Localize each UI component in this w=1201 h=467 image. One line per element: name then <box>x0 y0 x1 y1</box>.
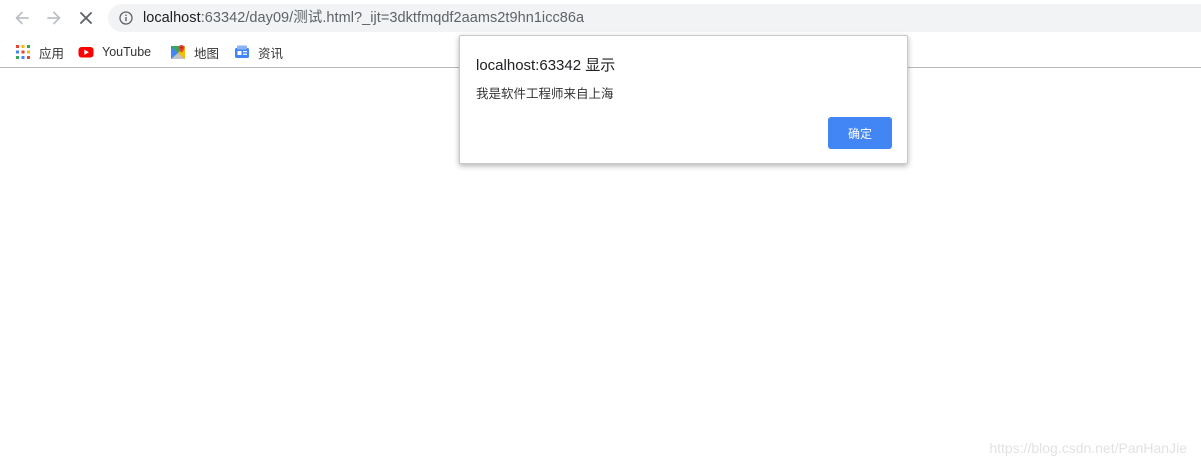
bookmark-label: 应用 <box>39 46 65 61</box>
url-path: :63342/day09/测试.html?_ijt=3dktfmqdf2aams… <box>200 10 585 26</box>
apps-grid-icon <box>16 45 30 59</box>
watermark: https://blog.csdn.net/PanHanJie <box>989 440 1187 456</box>
bookmark-label: YouTube <box>102 45 152 59</box>
address-bar[interactable]: localhost:63342/day09/测试.html?_ijt=3dktf… <box>108 4 1201 32</box>
bookmark-youtube[interactable]: YouTube <box>78 42 151 62</box>
bookmark-news[interactable]: 资讯 <box>234 42 283 62</box>
alert-dialog: localhost:63342 显示 我是软件工程师来自上海 确定 <box>459 35 908 164</box>
bookmark-label: 资讯 <box>258 46 284 61</box>
browser-toolbar: localhost:63342/day09/测试.html?_ijt=3dktf… <box>0 0 1201 37</box>
youtube-icon <box>78 47 94 58</box>
stop-loading-button[interactable] <box>74 6 98 30</box>
bookmark-apps[interactable]: 应用 <box>15 42 64 62</box>
bookmark-label: 地图 <box>194 46 220 61</box>
url-host: localhost <box>143 10 201 26</box>
dialog-message: 我是软件工程师来自上海 <box>476 87 614 101</box>
close-icon <box>80 12 92 24</box>
back-button[interactable] <box>10 6 34 30</box>
maps-icon <box>171 45 185 59</box>
ok-button[interactable]: 确定 <box>828 117 892 149</box>
news-icon <box>235 45 249 58</box>
address-url[interactable]: localhost:63342/day09/测试.html?_ijt=3dktf… <box>143 9 584 27</box>
forward-button[interactable] <box>42 6 66 30</box>
arrow-back-icon <box>15 11 29 25</box>
arrow-forward-icon <box>47 11 61 25</box>
bookmark-maps[interactable]: 地图 <box>170 42 219 62</box>
dialog-title: localhost:63342 显示 <box>476 57 616 74</box>
info-icon[interactable] <box>119 11 133 25</box>
